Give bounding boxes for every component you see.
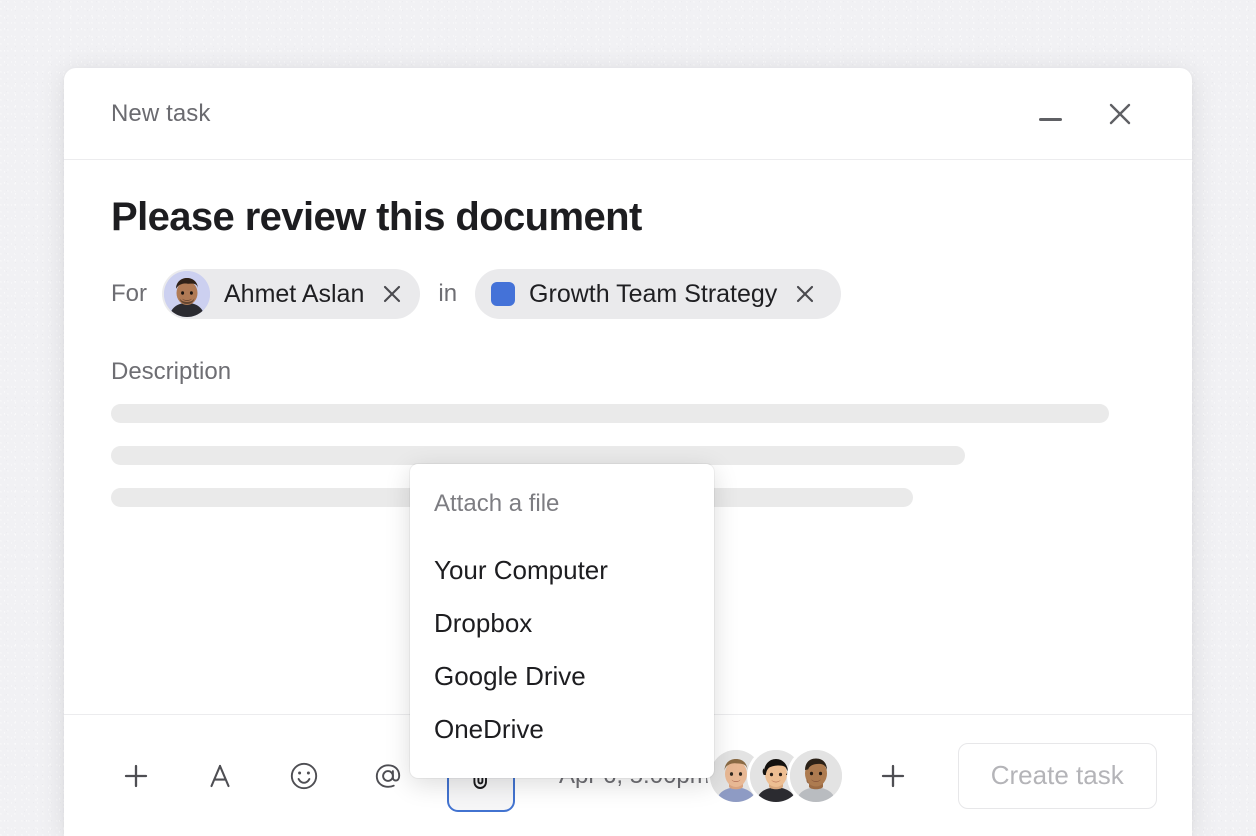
smiley-icon <box>290 762 318 789</box>
window-body: Please review this document For Ahmet As… <box>64 160 1192 782</box>
plus-icon <box>124 764 148 787</box>
attach-file-menu: Attach a file Your Computer Dropbox Goog… <box>410 464 714 778</box>
attach-menu-item-dropbox[interactable]: Dropbox <box>410 597 714 650</box>
project-color-icon <box>491 282 516 306</box>
text-format-icon <box>210 764 230 787</box>
window-title: New task <box>111 99 211 127</box>
project-name: Growth Team Strategy <box>529 279 778 308</box>
at-sign-icon <box>375 763 401 788</box>
collaborator-avatar[interactable] <box>789 749 842 802</box>
collaborator-avatar-image <box>789 749 842 802</box>
assignee-avatar-image <box>164 271 210 317</box>
project-chip[interactable]: Growth Team Strategy <box>475 269 842 319</box>
plus-icon <box>881 764 904 787</box>
add-collaborator-button[interactable] <box>870 753 916 799</box>
attach-menu-title: Attach a file <box>434 490 560 517</box>
minimize-button[interactable] <box>1028 92 1072 136</box>
attach-menu-item-your-computer[interactable]: Your Computer <box>410 544 714 597</box>
create-task-button[interactable]: Create task <box>957 742 1157 809</box>
emoji-button[interactable] <box>279 751 329 801</box>
for-label: For <box>111 280 147 307</box>
attach-menu-item-google-drive[interactable]: Google Drive <box>410 650 714 703</box>
description-skeleton-line <box>111 446 965 465</box>
mention-button[interactable] <box>363 751 413 801</box>
new-task-window: New task Please review this document For <box>64 68 1192 836</box>
description-label: Description <box>111 358 232 385</box>
window-controls <box>1028 92 1160 136</box>
task-title-input[interactable]: Please review this document <box>111 194 1145 240</box>
add-button[interactable] <box>111 751 161 801</box>
close-icon <box>1109 103 1131 124</box>
window-header: New task <box>64 68 1192 160</box>
assignee-remove-icon[interactable] <box>380 282 404 306</box>
in-label: in <box>438 280 458 307</box>
minimize-icon <box>1038 118 1062 121</box>
project-remove-icon[interactable] <box>793 282 817 306</box>
close-button[interactable] <box>1098 92 1142 136</box>
description-skeleton-line <box>111 404 1109 423</box>
attach-menu-item-onedrive[interactable]: OneDrive <box>410 703 714 756</box>
assignee-avatar <box>164 271 210 317</box>
assignee-name: Ahmet Aslan <box>224 279 365 308</box>
assignee-chip[interactable]: Ahmet Aslan <box>162 269 421 319</box>
text-format-button[interactable] <box>195 751 245 801</box>
collaborator-avatars <box>709 749 842 802</box>
collaborators-area: Create task <box>709 742 1157 809</box>
assignment-row: For Ahmet Aslan in Growth Team Strategy <box>111 268 1145 320</box>
